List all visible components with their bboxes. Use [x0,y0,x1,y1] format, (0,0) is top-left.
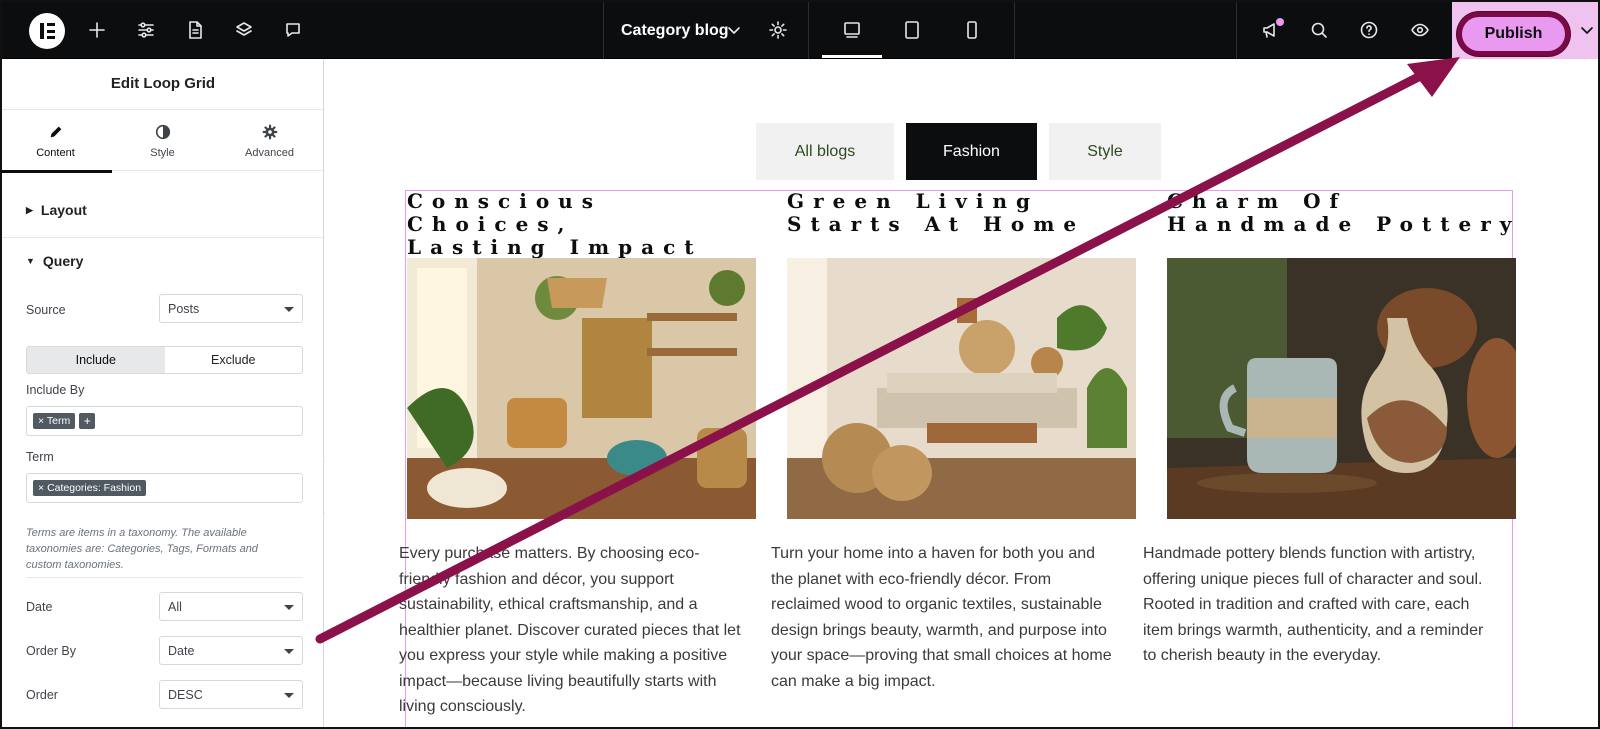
section-layout-label: Layout [40,202,87,218]
editor-top-bar: Category blog Publish [2,2,1598,59]
add-term-button[interactable]: + [79,413,96,429]
tab-advanced[interactable]: Advanced [216,110,323,172]
tag-text: Term [46,415,71,427]
order-by-label: Order By [26,644,77,658]
separator [1014,2,1015,59]
separator [808,2,809,59]
settings-gear-icon[interactable] [764,16,792,44]
filter-all-blogs[interactable]: All blogs [756,123,894,180]
tab-style[interactable]: Style [109,110,216,172]
divider [26,577,303,578]
desktop-icon[interactable] [838,16,866,44]
post-title[interactable]: Charm Of Handmade Pottery [1167,190,1527,236]
post-image[interactable] [407,258,756,519]
tag-text: Categories: Fashion [47,482,142,494]
section-layout[interactable]: ▶ Layout [26,202,87,218]
post-excerpt: Handmade pottery blends function with ar… [1143,545,1484,664]
order-select[interactable]: DESC [159,680,303,709]
term-tag[interactable]: × Categories: Fashion [33,480,147,496]
post-title[interactable]: Green Living Starts At Home [787,190,1147,236]
document-title[interactable]: Category blog [621,22,729,40]
tab-label: Style [150,147,175,159]
tab-label: Advanced [245,147,294,159]
date-select[interactable]: All [159,592,303,621]
source-select[interactable]: Posts [159,294,303,323]
post-image[interactable] [1167,258,1516,519]
tab-content[interactable]: Content [2,110,112,173]
tablet-icon[interactable] [898,16,926,44]
active-device-indicator [822,55,882,58]
half-circle-icon [155,124,170,140]
separator [1236,2,1237,59]
sliders-icon[interactable] [132,16,160,44]
tab-label: Content [36,147,75,159]
source-value: Posts [168,302,200,316]
include-by-tag[interactable]: × Term [33,413,76,429]
panel-tabs: Content Style Advanced [2,109,323,173]
date-label: Date [26,600,53,614]
post-excerpt: Turn your home into a haven for both you… [771,545,1112,690]
preview-canvas: All blogs Fashion Style Conscious Choice… [325,59,1598,727]
caret-right-icon: ▶ [26,204,33,215]
order-value: DESC [168,688,203,702]
post-excerpt: Every purchase matters. By choosing eco-… [399,545,741,715]
term-help-text: Terms are items in a taxonomy. The avail… [26,527,258,571]
post-image[interactable] [787,258,1136,519]
term-label: Term [26,450,54,464]
plus-icon[interactable] [83,16,111,44]
source-label: Source [26,303,66,317]
section-query-label: Query [42,253,84,269]
post-title[interactable]: Conscious Choices, Lasting Impact [407,190,767,259]
order-label: Order [26,688,58,702]
filter-style[interactable]: Style [1049,123,1161,180]
comment-icon[interactable] [279,16,307,44]
gear-icon [262,124,277,140]
notification-dot [1276,18,1284,26]
search-icon[interactable] [1305,16,1333,44]
publish-options-chevron-icon[interactable] [1576,16,1598,44]
panel-title: Edit Loop Grid [110,75,216,92]
order-by-select[interactable]: Date [159,636,303,665]
editor-panel: Edit Loop Grid Content Style Advanced ▶ … [2,59,324,727]
filter-fashion[interactable]: Fashion [906,123,1037,180]
include-option[interactable]: Include [27,347,165,373]
order-by-value: Date [168,644,195,658]
mobile-icon[interactable] [958,16,986,44]
include-exclude-toggle: Include Exclude [26,346,303,374]
help-icon[interactable] [1355,16,1383,44]
page-icon[interactable] [181,16,209,44]
term-field[interactable]: × Categories: Fashion [26,473,303,503]
caret-down-icon: ▼ [26,256,35,266]
section-query[interactable]: ▼ Query [26,253,83,269]
include-by-field[interactable]: × Term + [26,406,303,436]
editor-window: Category blog Publish Edit Loop Grid Con… [0,0,1600,729]
divider [2,237,323,238]
exclude-option[interactable]: Exclude [165,347,303,373]
date-value: All [168,600,182,614]
layers-icon[interactable] [230,16,258,44]
chevron-down-icon[interactable] [720,16,748,44]
separator [603,2,604,59]
preview-eye-icon[interactable] [1406,16,1434,44]
include-by-label: Include By [26,383,85,397]
pencil-icon [50,126,61,138]
elementor-logo-icon[interactable] [29,13,65,49]
publish-button[interactable]: Publish [1462,17,1565,51]
